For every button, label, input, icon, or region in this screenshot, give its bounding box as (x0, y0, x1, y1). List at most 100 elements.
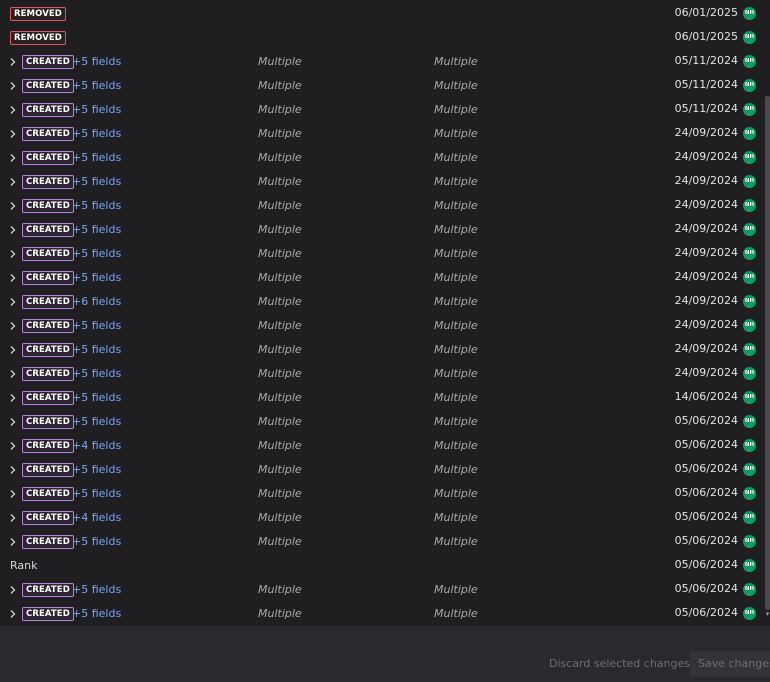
user-avatar-icon[interactable]: NH (743, 391, 756, 404)
chevron-right-icon[interactable] (8, 225, 18, 235)
chevron-right-icon[interactable] (8, 105, 18, 115)
history-row[interactable]: CREATED +5 fields Multiple Multiple 24/09/20… (0, 242, 765, 266)
user-avatar-icon[interactable]: NH (743, 415, 756, 428)
history-row[interactable]: CREATED +5 fields Multiple Multiple 05/06/20… (0, 410, 765, 434)
fields-count-link[interactable]: +5 fields (72, 223, 121, 237)
user-avatar-icon[interactable]: NH (743, 55, 756, 68)
fields-count-link[interactable]: +5 fields (72, 175, 121, 189)
user-avatar-icon[interactable]: NH (743, 607, 756, 620)
fields-count-link[interactable]: +5 fields (72, 607, 121, 621)
user-avatar-icon[interactable]: NH (743, 559, 756, 572)
fields-count-link[interactable]: +5 fields (72, 103, 121, 117)
fields-count-link[interactable]: +6 fields (72, 295, 121, 309)
history-row[interactable]: CREATED +5 fields Multiple Multiple 24/09/20… (0, 266, 765, 290)
chevron-right-icon[interactable] (8, 489, 18, 499)
history-row[interactable]: CREATED +5 fields Multiple Multiple 05/11/20… (0, 98, 765, 122)
fields-count-link[interactable]: +5 fields (72, 79, 121, 93)
chevron-right-icon[interactable] (8, 57, 18, 67)
fields-count-link[interactable]: +4 fields (72, 439, 121, 453)
fields-count-link[interactable]: +5 fields (72, 535, 121, 549)
created-badge: CREATED (22, 319, 74, 333)
fields-count-link[interactable]: +5 fields (72, 391, 121, 405)
chevron-right-icon[interactable] (8, 321, 18, 331)
chevron-right-icon[interactable] (8, 369, 18, 379)
fields-count-link[interactable]: +5 fields (72, 463, 121, 477)
fields-count-link[interactable]: +5 fields (72, 319, 121, 333)
chevron-right-icon[interactable] (8, 609, 18, 619)
user-avatar-icon[interactable]: NH (743, 463, 756, 476)
user-avatar-icon[interactable]: NH (743, 7, 756, 20)
history-row[interactable]: CREATED +5 fields Multiple Multiple 24/09/20… (0, 218, 765, 242)
chevron-right-icon[interactable] (8, 585, 18, 595)
chevron-right-icon[interactable] (8, 273, 18, 283)
history-row[interactable]: CREATED +4 fields Multiple Multiple 05/06/20… (0, 434, 765, 458)
scrollbar-thumb[interactable] (765, 96, 770, 610)
history-row[interactable]: CREATED +5 fields Multiple Multiple 05/06/20… (0, 530, 765, 554)
history-row[interactable]: CREATED +5 fields Multiple Multiple 05/06/20… (0, 602, 765, 626)
history-row[interactable]: CREATED +5 fields Multiple Multiple 24/09/20… (0, 194, 765, 218)
fields-count-link[interactable]: +5 fields (72, 271, 121, 285)
history-row[interactable]: CREATED +5 fields Multiple Multiple 14/06/20… (0, 386, 765, 410)
chevron-right-icon[interactable] (8, 129, 18, 139)
user-avatar-icon[interactable]: NH (743, 247, 756, 260)
user-avatar-icon[interactable]: NH (743, 223, 756, 236)
chevron-right-icon[interactable] (8, 417, 18, 427)
user-avatar-icon[interactable]: NH (743, 487, 756, 500)
fields-count-link[interactable]: +5 fields (72, 583, 121, 597)
user-avatar-icon[interactable]: NH (743, 439, 756, 452)
user-avatar-icon[interactable]: NH (743, 343, 756, 356)
fields-count-link[interactable]: +5 fields (72, 343, 121, 357)
discard-selected-changes-button[interactable]: Discard selected changes (543, 651, 696, 677)
fields-count-link[interactable]: +5 fields (72, 199, 121, 213)
history-row[interactable]: CREATED +5 fields Multiple Multiple 05/06/20… (0, 458, 765, 482)
user-avatar-icon[interactable]: NH (743, 151, 756, 164)
user-avatar-icon[interactable]: NH (743, 535, 756, 548)
user-avatar-icon[interactable]: NH (743, 367, 756, 380)
history-row[interactable]: CREATED +5 fields Multiple Multiple 24/09/20… (0, 122, 765, 146)
chevron-right-icon[interactable] (8, 441, 18, 451)
user-avatar-icon[interactable]: NH (743, 103, 756, 116)
history-row[interactable]: CREATED +5 fields Multiple Multiple 05/06/20… (0, 578, 765, 602)
history-row[interactable]: CREATED +5 fields Multiple Multiple 05/06/20… (0, 482, 765, 506)
history-row[interactable]: CREATED +6 fields Multiple Multiple 24/09/20… (0, 290, 765, 314)
chevron-right-icon[interactable] (8, 249, 18, 259)
chevron-right-icon[interactable] (8, 201, 18, 211)
fields-count-link[interactable]: +5 fields (72, 247, 121, 261)
fields-count-link[interactable]: +5 fields (72, 487, 121, 501)
fields-count-link[interactable]: +5 fields (72, 127, 121, 141)
user-avatar-icon[interactable]: NH (743, 511, 756, 524)
user-avatar-icon[interactable]: NH (743, 175, 756, 188)
chevron-right-icon[interactable] (8, 153, 18, 163)
fields-count-link[interactable]: +5 fields (72, 55, 121, 69)
chevron-right-icon[interactable] (8, 465, 18, 475)
chevron-right-icon[interactable] (8, 81, 18, 91)
history-row[interactable]: CREATED +4 fields Multiple Multiple 05/06/20… (0, 506, 765, 530)
chevron-right-icon[interactable] (8, 177, 18, 187)
fields-count-link[interactable]: +5 fields (72, 415, 121, 429)
history-row[interactable]: CREATED +5 fields Multiple Multiple 05/11/20… (0, 50, 765, 74)
user-avatar-icon[interactable]: NH (743, 583, 756, 596)
scroll-down-icon[interactable]: ▾ (765, 610, 770, 618)
chevron-right-icon[interactable] (8, 393, 18, 403)
history-row[interactable]: CREATED +5 fields Multiple Multiple 24/09/20… (0, 170, 765, 194)
history-row[interactable]: CREATED +5 fields Multiple Multiple 24/09/20… (0, 362, 765, 386)
user-avatar-icon[interactable]: NH (743, 31, 756, 44)
chevron-right-icon[interactable] (8, 537, 18, 547)
user-avatar-icon[interactable]: NH (743, 199, 756, 212)
chevron-right-icon[interactable] (8, 345, 18, 355)
user-avatar-icon[interactable]: NH (743, 271, 756, 284)
chevron-right-icon[interactable] (8, 513, 18, 523)
fields-count-link[interactable]: +4 fields (72, 511, 121, 525)
user-avatar-icon[interactable]: NH (743, 295, 756, 308)
history-row[interactable]: CREATED +5 fields Multiple Multiple 24/09/20… (0, 314, 765, 338)
user-avatar-icon[interactable]: NH (743, 319, 756, 332)
user-avatar-icon[interactable]: NH (743, 127, 756, 140)
fields-count-link[interactable]: +5 fields (72, 367, 121, 381)
fields-count-link[interactable]: +5 fields (72, 151, 121, 165)
chevron-right-icon[interactable] (8, 297, 18, 307)
user-avatar-icon[interactable]: NH (743, 79, 756, 92)
history-row[interactable]: CREATED +5 fields Multiple Multiple 24/09/20… (0, 338, 765, 362)
save-changes-button[interactable]: Save changes (690, 651, 770, 677)
history-row[interactable]: CREATED +5 fields Multiple Multiple 05/11/20… (0, 74, 765, 98)
history-row[interactable]: CREATED +5 fields Multiple Multiple 24/09/20… (0, 146, 765, 170)
